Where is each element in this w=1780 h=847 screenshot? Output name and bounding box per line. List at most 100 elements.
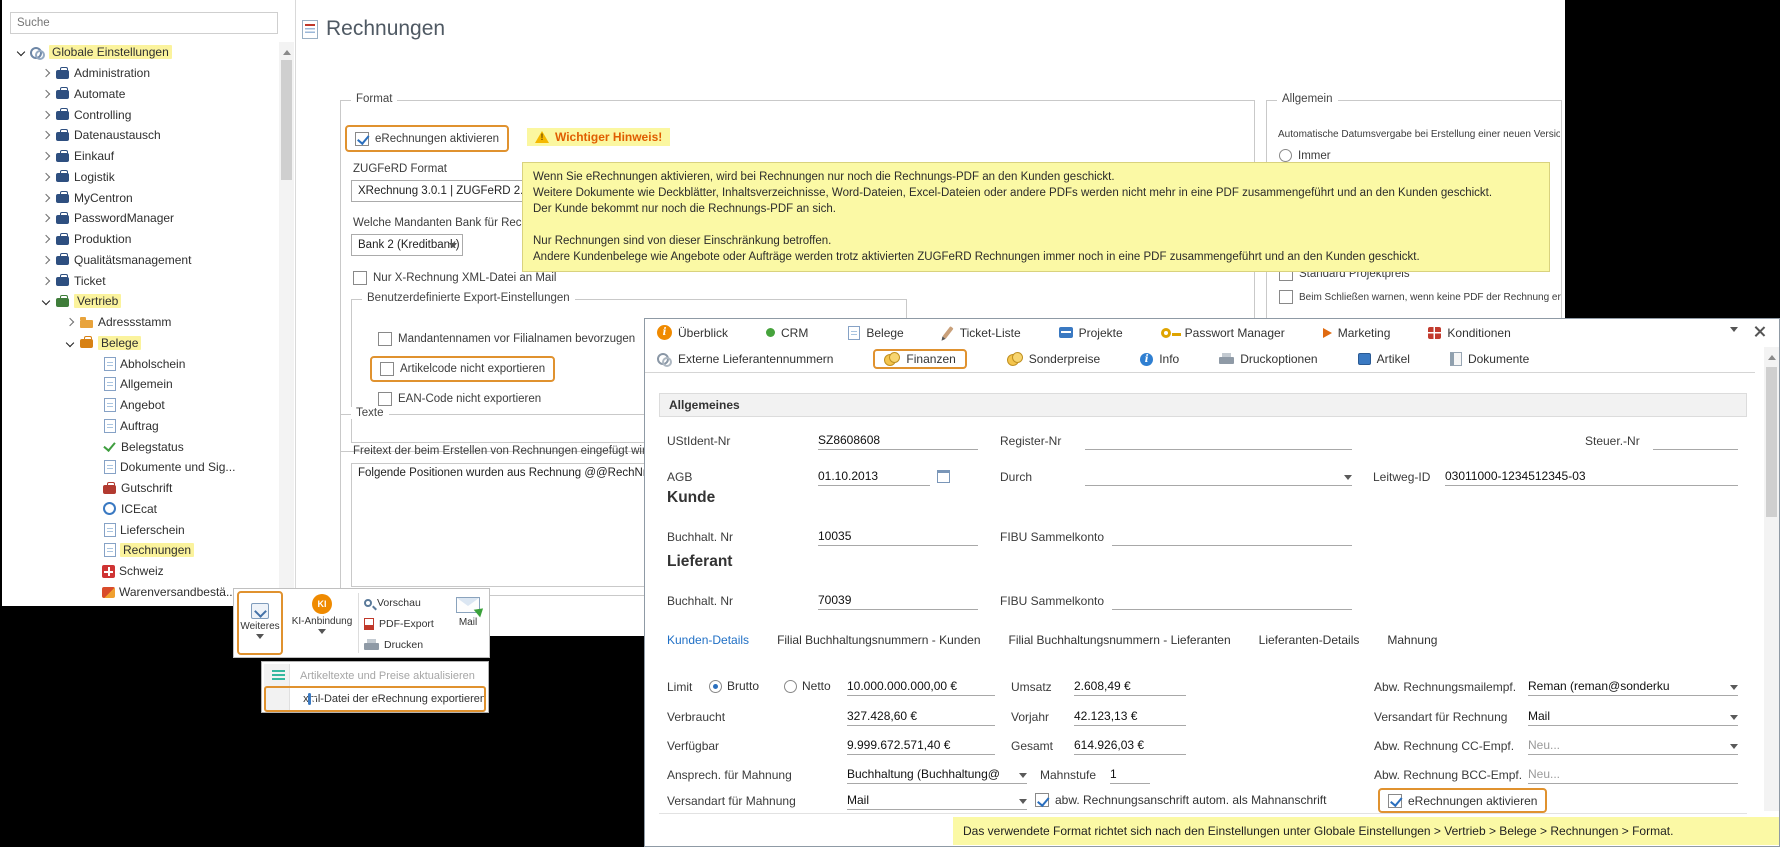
tree-item-mycentron[interactable]: MyCentron xyxy=(2,187,276,208)
tab-artikel[interactable]: Artikel xyxy=(1358,352,1410,366)
window-menu-icon[interactable] xyxy=(1730,327,1738,336)
lieferant-buchhalt-value[interactable]: 70039 xyxy=(818,593,978,610)
xrechnung-xml-checkbox[interactable] xyxy=(353,271,367,285)
artikelcode-checkbox[interactable] xyxy=(380,362,394,376)
leitweg-value[interactable]: 03011000-1234512345-03 xyxy=(1445,469,1738,486)
tree-item-globale-einstellungen[interactable]: Globale Einstellungen xyxy=(2,42,276,63)
expander-open-icon[interactable] xyxy=(64,337,75,348)
brutto-radio[interactable] xyxy=(709,680,722,693)
tree-item-schweiz[interactable]: Schweiz xyxy=(2,561,276,582)
expander-open-icon[interactable] xyxy=(15,47,26,58)
tab-info[interactable]: Info xyxy=(1140,352,1179,366)
calendar-icon[interactable] xyxy=(937,470,950,483)
versandart-mahnung-select[interactable]: Mail xyxy=(847,793,1027,810)
tree-item-vertrieb[interactable]: Vertrieb xyxy=(2,291,276,312)
register-field[interactable] xyxy=(1085,433,1352,450)
durch-select[interactable] xyxy=(1085,469,1352,486)
drucken-button[interactable]: Drucken xyxy=(364,636,452,654)
tree-item-dokumente-und-sig[interactable]: Dokumente und Sig... xyxy=(2,457,276,478)
expander-closed-icon[interactable] xyxy=(40,68,51,79)
tree-item-datenaustausch[interactable]: Datenaustausch xyxy=(2,125,276,146)
expander-closed-icon[interactable] xyxy=(40,192,51,203)
subtab-filial-lieferanten[interactable]: Filial Buchhaltungsnummern - Lieferanten xyxy=(1009,633,1231,647)
expander-closed-icon[interactable] xyxy=(40,109,51,120)
tab-passwort-manager[interactable]: Passwort Manager xyxy=(1161,326,1285,340)
tab-belege[interactable]: Belege xyxy=(846,326,903,340)
agb-value[interactable]: 01.10.2013 xyxy=(818,469,930,486)
tab-konditionen[interactable]: Konditionen xyxy=(1428,326,1510,340)
erechnungen-aktivieren-checkbox-2[interactable] xyxy=(1388,794,1402,808)
expander-open-icon[interactable] xyxy=(40,296,51,307)
subtab-kunden-details[interactable]: Kunden-Details xyxy=(667,633,749,647)
fibu-field[interactable] xyxy=(1112,593,1352,610)
tab-dokumente[interactable]: Dokumente xyxy=(1450,352,1529,366)
weiteres-button[interactable]: Weiteres xyxy=(237,591,283,655)
ansprech-select[interactable]: Buchhaltung (Buchhaltung@ xyxy=(847,767,1027,784)
subtab-lieferanten-details[interactable]: Lieferanten-Details xyxy=(1259,633,1360,647)
ean-checkbox[interactable] xyxy=(378,392,392,406)
mahnstufe-value[interactable]: 1 xyxy=(1110,767,1150,784)
expander-closed-icon[interactable] xyxy=(64,317,75,328)
vorschau-button[interactable]: Vorschau xyxy=(364,594,452,612)
ustident-value[interactable]: SZ8608608 xyxy=(818,433,978,450)
umsatz-value[interactable]: 2.608,49 € xyxy=(1074,679,1186,696)
tree-item-allgemein[interactable]: Allgemein xyxy=(2,374,276,395)
close-icon[interactable] xyxy=(1754,326,1765,337)
expander-closed-icon[interactable] xyxy=(40,151,51,162)
gesamt-value[interactable]: 614.926,03 € xyxy=(1074,738,1186,755)
tree-item-icecat[interactable]: ICEcat xyxy=(2,499,276,520)
erechnungen-aktivieren-checkbox[interactable] xyxy=(355,132,369,146)
tree-item-logistik[interactable]: Logistik xyxy=(2,167,276,188)
tab-finanzen[interactable]: Finanzen xyxy=(873,349,966,369)
ki-anbindung-button[interactable]: KI KI-Anbindung xyxy=(290,594,354,638)
tab-druckoptionen[interactable]: Druckoptionen xyxy=(1219,352,1317,366)
cc-empf-select[interactable]: Neu... xyxy=(1528,738,1738,755)
verbraucht-value[interactable]: 327.428,60 € xyxy=(847,709,995,726)
scrollbar-thumb[interactable] xyxy=(281,60,292,180)
immer-radio[interactable] xyxy=(1279,149,1292,162)
menu-item-xml-export[interactable]: xml-Datei der eRechnung exportieren xyxy=(264,687,486,710)
fibu-field[interactable] xyxy=(1112,529,1352,546)
bcc-empf-field[interactable]: Neu... xyxy=(1528,767,1738,784)
tree-item-qualitaetsmanagement[interactable]: Qualitätsmanagement xyxy=(2,250,276,271)
mandanten-bank-select[interactable]: Bank 2 (Kreditbank) xyxy=(351,234,463,256)
tree-item-belege[interactable]: Belege xyxy=(2,333,276,354)
subtab-mahnung[interactable]: Mahnung xyxy=(1387,633,1437,647)
tree-item-auftrag[interactable]: Auftrag xyxy=(2,416,276,437)
expander-closed-icon[interactable] xyxy=(40,171,51,182)
tree-item-adressstamm[interactable]: Adressstamm xyxy=(2,312,276,333)
expander-closed-icon[interactable] xyxy=(40,88,51,99)
tree-item-angebot[interactable]: Angebot xyxy=(2,395,276,416)
pdf-export-button[interactable]: PDF-Export xyxy=(364,615,452,633)
scroll-up-icon[interactable] xyxy=(283,46,291,55)
search-input[interactable] xyxy=(10,12,278,34)
scrollbar-thumb[interactable] xyxy=(1766,367,1777,517)
mandantennamen-checkbox[interactable] xyxy=(378,332,392,346)
schliessen-warnen-checkbox[interactable] xyxy=(1279,290,1293,304)
subtab-filial-kunden[interactable]: Filial Buchhaltungsnummern - Kunden xyxy=(777,633,980,647)
tab-sonderpreise[interactable]: Sonderpreise xyxy=(1007,352,1100,366)
limit-value[interactable]: 10.000.000.000,00 € xyxy=(847,679,995,696)
tab-ueberblick[interactable]: Überblick xyxy=(657,325,728,340)
tree-item-controlling[interactable]: Controlling xyxy=(2,104,276,125)
expander-closed-icon[interactable] xyxy=(40,213,51,224)
expander-closed-icon[interactable] xyxy=(40,254,51,265)
tree-item-produktion[interactable]: Produktion xyxy=(2,229,276,250)
tab-externe-lieferantennummern[interactable]: Externe Lieferantennummern xyxy=(657,352,833,367)
tree-item-rechnungen[interactable]: Rechnungen xyxy=(2,540,276,561)
verfuegbar-value[interactable]: 9.999.672.571,40 € xyxy=(847,738,995,755)
abw-mail-select[interactable]: Reman (reman@sonderku xyxy=(1528,679,1738,696)
expander-closed-icon[interactable] xyxy=(40,275,51,286)
tree-item-administration[interactable]: Administration xyxy=(2,63,276,84)
tab-projekte[interactable]: Projekte xyxy=(1059,326,1123,340)
expander-closed-icon[interactable] xyxy=(40,234,51,245)
tree-item-einkauf[interactable]: Einkauf xyxy=(2,146,276,167)
tab-ticket-liste[interactable]: Ticket-Liste xyxy=(942,326,1021,340)
tree-item-ticket[interactable]: Ticket xyxy=(2,270,276,291)
netto-radio[interactable] xyxy=(784,680,797,693)
tree-scrollbar[interactable] xyxy=(279,42,294,603)
tree-item-lieferschein[interactable]: Lieferschein xyxy=(2,519,276,540)
tree-item-gutschrift[interactable]: Gutschrift xyxy=(2,478,276,499)
scroll-up-icon[interactable] xyxy=(1768,351,1776,360)
window-scrollbar[interactable] xyxy=(1764,347,1779,811)
